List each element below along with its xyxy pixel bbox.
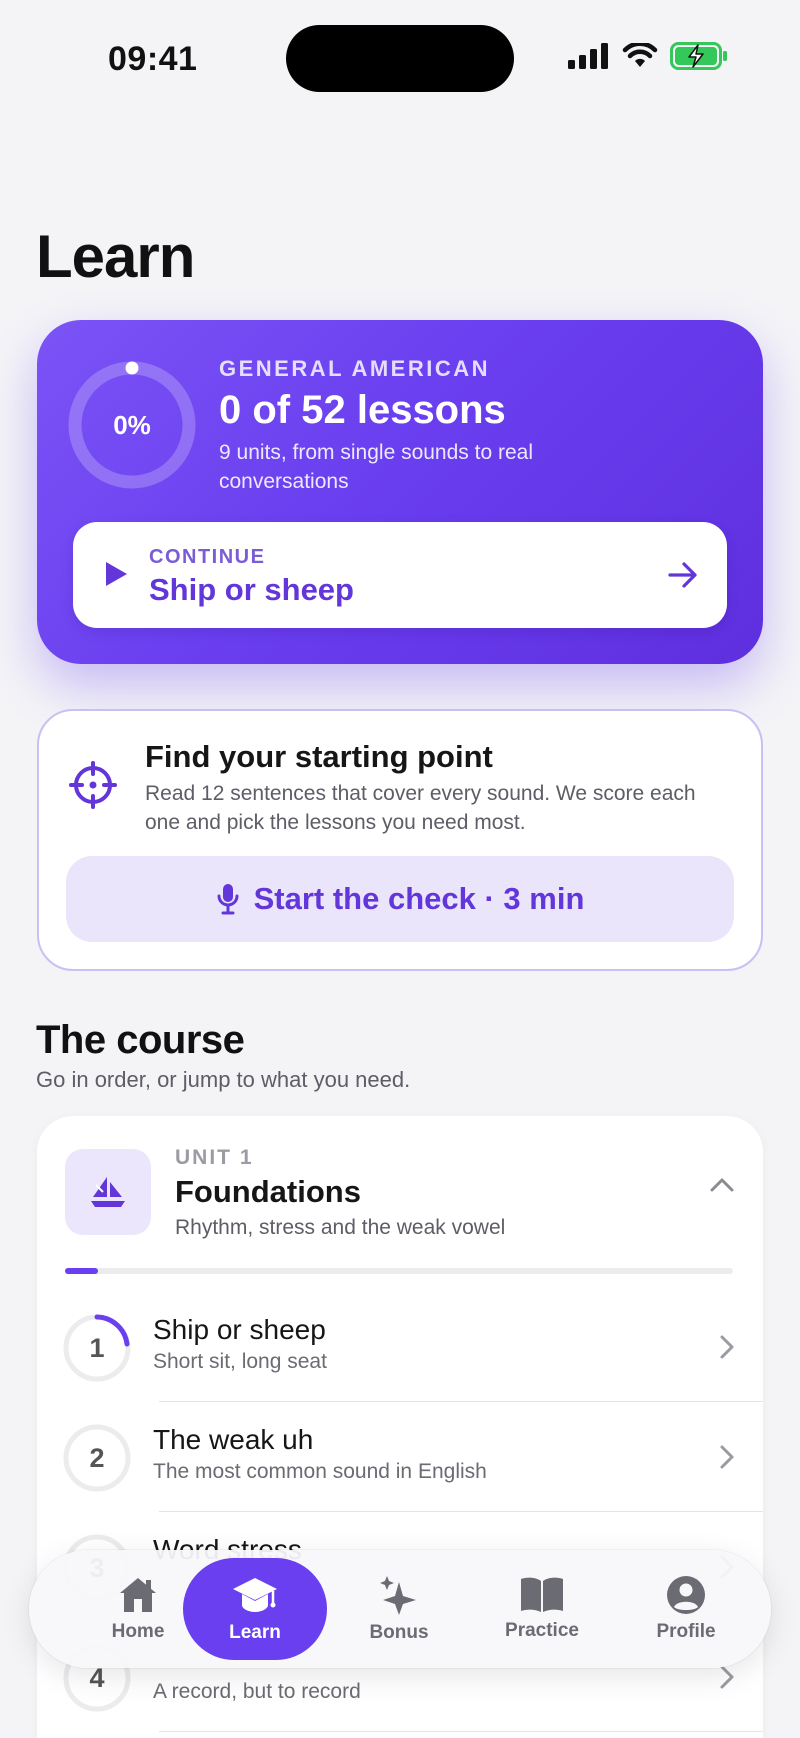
chevron-right-icon <box>720 1665 734 1689</box>
tab-label: Profile <box>656 1621 716 1642</box>
cellular-signal-icon <box>568 43 608 69</box>
tab-profile[interactable]: Profile <box>614 1558 758 1660</box>
course-summary: 9 units, from single sounds to real conv… <box>219 441 533 493</box>
status-bar: 09:41 <box>0 0 800 110</box>
chevron-up-icon[interactable] <box>709 1176 735 1194</box>
course-section-title: The course <box>36 1018 245 1062</box>
lesson-subtitle: The most common sound in English <box>153 1460 487 1483</box>
chevron-right-icon <box>720 1445 734 1469</box>
continue-button[interactable]: CONTINUE Ship or sheep <box>73 522 727 628</box>
course-section-subtitle: Go in order, or jump to what you need. <box>36 1067 411 1092</box>
status-icons <box>568 42 728 70</box>
sparkles-icon <box>380 1576 416 1615</box>
lesson-number: 2 <box>89 1442 105 1473</box>
unit-progress-bar <box>65 1268 733 1274</box>
placement-check-card: Find your starting point Read 12 sentenc… <box>37 709 763 971</box>
tab-learn[interactable]: Learn <box>183 1558 327 1660</box>
tab-bar: Home Learn Bonus Practice Profile <box>29 1550 771 1668</box>
book-icon <box>521 1577 563 1612</box>
unit-icon-tile <box>65 1149 151 1235</box>
progress-percent: 0% <box>113 409 151 440</box>
lesson-title: Ship or sheep <box>153 1314 326 1345</box>
tab-bonus[interactable]: Bonus <box>327 1558 471 1660</box>
lesson-title: The weak uh <box>153 1424 314 1455</box>
unit-subtitle: Rhythm, stress and the weak vowel <box>175 1216 506 1239</box>
lesson-subtitle: Short sit, long seat <box>153 1350 327 1373</box>
wifi-icon <box>622 43 658 67</box>
placement-title: Find your starting point <box>145 739 493 774</box>
lesson-subtitle: A record, but to record <box>153 1680 361 1703</box>
chevron-right-icon <box>720 1335 734 1359</box>
person-circle-icon <box>667 1576 705 1614</box>
unit-title: Foundations <box>175 1174 361 1209</box>
divider <box>159 1731 763 1732</box>
continue-lesson-title: Ship or sheep <box>149 572 354 607</box>
tab-label: Learn <box>229 1622 281 1643</box>
lesson-row[interactable]: 1 Ship or sheep Short sit, long seat <box>37 1292 763 1402</box>
start-check-label: Start the check · 3 min <box>253 881 585 916</box>
arrow-right-icon <box>668 562 697 588</box>
lesson-number: 1 <box>89 1332 105 1363</box>
tab-label: Practice <box>505 1620 579 1641</box>
tab-practice[interactable]: Practice <box>470 1558 614 1660</box>
accent-label: GENERAL AMERICAN <box>219 356 491 381</box>
dynamic-island <box>286 25 514 92</box>
status-time: 09:41 <box>108 40 198 78</box>
placement-description: Read 12 sentences that cover every sound… <box>145 782 696 834</box>
microphone-icon <box>217 884 239 915</box>
house-icon <box>120 1578 156 1612</box>
sailboat-icon <box>91 1177 125 1207</box>
lessons-count: 0 of 52 lessons <box>219 388 506 432</box>
battery-charging-icon <box>670 42 727 70</box>
unit-progress-fill <box>65 1268 99 1274</box>
page-title: Learn <box>36 223 195 290</box>
start-check-button[interactable]: Start the check · 3 min <box>66 856 734 942</box>
target-icon <box>69 761 117 809</box>
lesson-row[interactable]: 2 The weak uh The most common sound in E… <box>37 1402 763 1512</box>
graduation-cap-icon <box>233 1578 277 1612</box>
continue-label: CONTINUE <box>149 546 266 568</box>
play-icon <box>106 562 127 586</box>
unit-label: UNIT 1 <box>175 1146 254 1169</box>
tab-label: Home <box>111 1621 165 1642</box>
course-progress-card: 0% GENERAL AMERICAN 0 of 52 lessons 9 un… <box>37 320 763 664</box>
tab-label: Bonus <box>369 1622 429 1643</box>
